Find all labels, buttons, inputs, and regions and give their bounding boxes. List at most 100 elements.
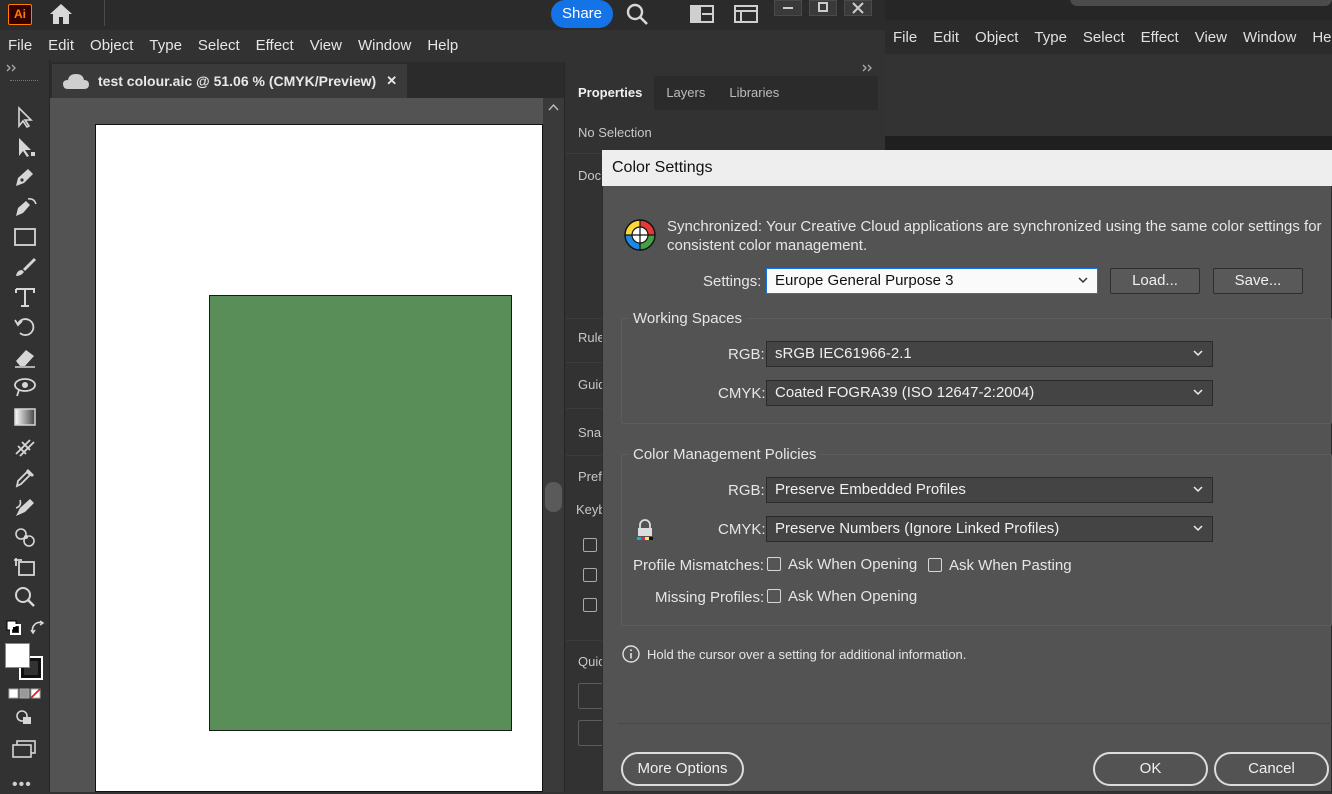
panel-collapse-icon[interactable]: [862, 64, 874, 72]
policy-cmyk-select[interactable]: Preserve Numbers (Ignore Linked Profiles…: [766, 516, 1213, 542]
close-window-button[interactable]: [844, 0, 872, 16]
working-spaces-group: [621, 318, 1332, 424]
color-mode-icons[interactable]: [8, 688, 42, 700]
bg-menu-effect[interactable]: Effect: [1133, 29, 1187, 46]
menu-select[interactable]: Select: [190, 37, 248, 54]
draw-mode-icon[interactable]: [14, 710, 34, 726]
document-tab[interactable]: test colour.aic @ 51.06 % (CMYK/Preview)…: [52, 64, 407, 98]
bg-menu-window[interactable]: Window: [1235, 29, 1304, 46]
eraser-tool-icon[interactable]: [12, 346, 38, 368]
policy-rgb-label: RGB:: [728, 482, 765, 499]
info-icon: [622, 645, 640, 663]
ask-when-pasting-label[interactable]: Ask When Pasting: [949, 557, 1072, 574]
ask-when-pasting-checkbox[interactable]: [928, 558, 942, 572]
ask-when-opening-label[interactable]: Ask When Opening: [788, 556, 917, 573]
default-fill-stroke-icon[interactable]: [6, 620, 22, 636]
close-tab-icon[interactable]: ✕: [386, 73, 397, 89]
color-wheel-icon: [623, 218, 657, 252]
curvature-tool-icon[interactable]: [12, 196, 38, 218]
more-tools-icon[interactable]: •••: [12, 776, 32, 794]
menu-view[interactable]: View: [302, 37, 350, 54]
bg-menu-select[interactable]: Select: [1075, 29, 1133, 46]
home-icon[interactable]: [48, 3, 74, 25]
load-button[interactable]: Load...: [1110, 268, 1200, 294]
titlebar-divider: [104, 0, 105, 26]
save-button[interactable]: Save...: [1213, 268, 1303, 294]
fill-swatch[interactable]: [5, 643, 30, 668]
policy-rgb-value: Preserve Embedded Profiles: [775, 481, 966, 498]
zoom-tool-icon[interactable]: [12, 586, 38, 608]
pref-checkbox[interactable]: [583, 568, 597, 582]
selection-tool-icon[interactable]: [12, 106, 38, 128]
scrollbar-thumb[interactable]: [545, 482, 562, 512]
minimize-button[interactable]: [774, 0, 802, 16]
arrange-documents-icon[interactable]: [690, 5, 714, 23]
pref-checkbox[interactable]: [583, 538, 597, 552]
missing-ask-when-opening-label[interactable]: Ask When Opening: [788, 588, 917, 605]
shape-builder-tool-icon[interactable]: [12, 526, 38, 548]
settings-value: Europe General Purpose 3: [775, 272, 954, 289]
swap-fill-stroke-icon[interactable]: [30, 620, 46, 636]
share-button[interactable]: Share: [551, 0, 613, 28]
lasso-tool-icon[interactable]: [12, 376, 38, 398]
screen-mode-icon[interactable]: [11, 740, 37, 758]
background-window-strip: [885, 136, 1332, 150]
pref-checkbox[interactable]: [583, 598, 597, 612]
eyedropper-tool-icon[interactable]: [12, 466, 38, 488]
chevron-down-icon: [1193, 350, 1203, 357]
ask-when-opening-checkbox[interactable]: [767, 557, 781, 571]
pen-tool-icon[interactable]: [12, 166, 38, 188]
mesh-tool-icon[interactable]: [12, 436, 38, 458]
preferences-section-label: Prefi: [578, 469, 605, 484]
blend-tool-icon[interactable]: [12, 496, 38, 518]
policy-rgb-select[interactable]: Preserve Embedded Profiles: [766, 477, 1213, 503]
bg-menu-type[interactable]: Type: [1026, 29, 1075, 46]
ws-rgb-select[interactable]: sRGB IEC61966-2.1: [766, 341, 1213, 367]
bg-menu-edit[interactable]: Edit: [925, 29, 967, 46]
background-window-tab: [1070, 0, 1332, 6]
vertical-scrollbar[interactable]: [543, 98, 564, 792]
bg-menu-file[interactable]: File: [885, 29, 925, 46]
chevron-down-icon: [1193, 389, 1203, 396]
rotate-tool-icon[interactable]: [12, 316, 38, 338]
artboard-tool-icon[interactable]: [12, 556, 38, 578]
tab-properties[interactable]: Properties: [566, 76, 655, 110]
settings-select[interactable]: Europe General Purpose 3: [766, 268, 1098, 294]
ws-cmyk-label: CMYK:: [718, 385, 766, 402]
tab-layers[interactable]: Layers: [654, 76, 717, 110]
menu-effect[interactable]: Effect: [248, 37, 302, 54]
maximize-button[interactable]: [809, 0, 837, 16]
background-menubar: File Edit Object Type Select Effect View…: [885, 20, 1332, 54]
type-tool-icon[interactable]: [12, 286, 38, 308]
menu-window[interactable]: Window: [350, 37, 419, 54]
more-options-button[interactable]: More Options: [621, 752, 744, 786]
workspace-switcher-icon[interactable]: [734, 5, 758, 23]
ws-rgb-label: RGB:: [728, 346, 765, 363]
menu-object[interactable]: Object: [82, 37, 141, 54]
lock-icon: [636, 519, 654, 541]
menu-file[interactable]: File: [0, 37, 40, 54]
search-icon[interactable]: [626, 3, 650, 27]
ok-button[interactable]: OK: [1093, 752, 1208, 786]
rectangle-tool-icon[interactable]: [12, 226, 38, 248]
menu-help[interactable]: Help: [419, 37, 466, 54]
cloud-icon: [62, 72, 90, 90]
missing-ask-when-opening-checkbox[interactable]: [767, 589, 781, 603]
menu-type[interactable]: Type: [141, 37, 190, 54]
bg-menu-object[interactable]: Object: [967, 29, 1026, 46]
bg-menu-help[interactable]: He: [1304, 29, 1332, 46]
collapse-icon[interactable]: [6, 64, 18, 72]
green-rectangle-artwork[interactable]: [209, 295, 512, 731]
gradient-tool-icon[interactable]: [12, 406, 38, 428]
bg-menu-view[interactable]: View: [1187, 29, 1235, 46]
scroll-up-icon[interactable]: [548, 104, 559, 111]
chevron-down-icon: [1193, 525, 1203, 532]
menu-edit[interactable]: Edit: [40, 37, 82, 54]
direct-selection-tool-icon[interactable]: [12, 136, 38, 158]
tab-libraries[interactable]: Libraries: [717, 76, 791, 110]
chevron-down-icon: [1193, 486, 1203, 493]
ws-cmyk-select[interactable]: Coated FOGRA39 (ISO 12647-2:2004): [766, 380, 1213, 406]
cancel-button[interactable]: Cancel: [1214, 752, 1329, 786]
paintbrush-tool-icon[interactable]: [12, 256, 38, 278]
toolbar-grip: [10, 80, 38, 83]
